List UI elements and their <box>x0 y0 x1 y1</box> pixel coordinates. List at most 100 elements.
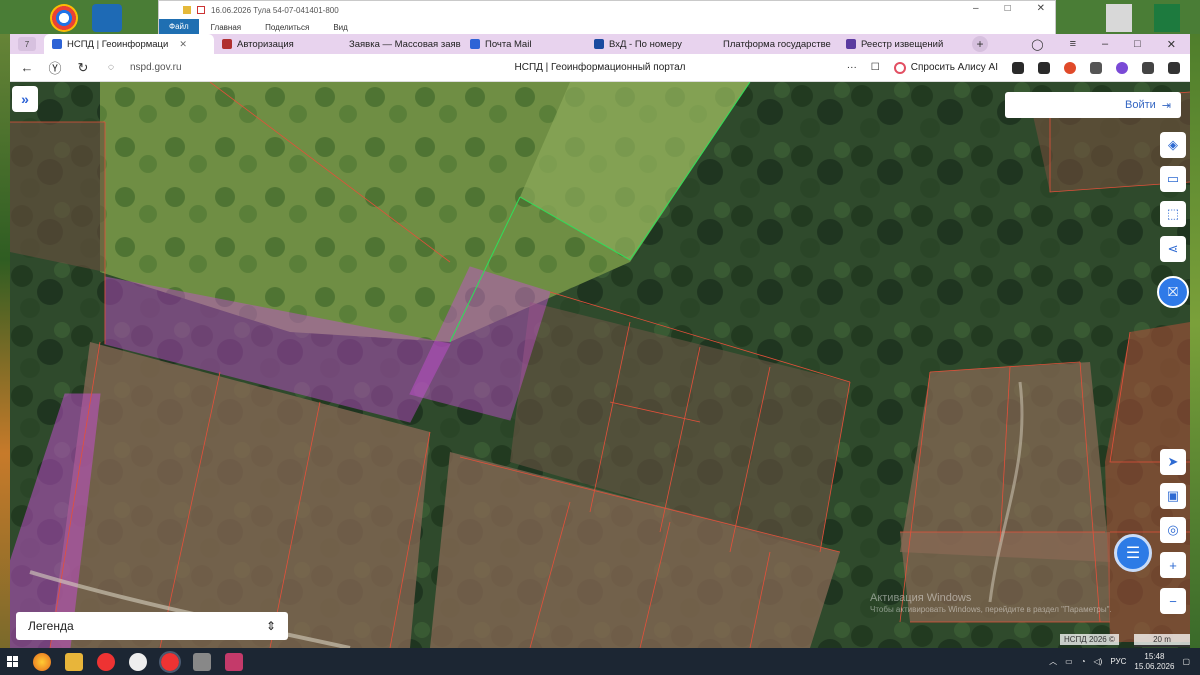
excel-desktop-icon[interactable] <box>1154 4 1180 32</box>
file-explorer-icon[interactable] <box>65 652 83 671</box>
downloads-icon[interactable] <box>1168 61 1180 74</box>
minimize-icon[interactable]: – <box>973 3 979 14</box>
maximize-icon[interactable]: □ <box>1134 38 1141 50</box>
windows-icon <box>7 655 18 667</box>
tab-registry[interactable]: Реестр извещений <box>838 34 960 54</box>
menu-icon[interactable]: ≡ <box>1070 38 1076 50</box>
url-field[interactable]: nspd.gov.ru <box>130 62 182 73</box>
ribbon-tab-file[interactable]: Файл <box>159 19 199 35</box>
close-icon[interactable]: ✕ <box>1167 38 1176 51</box>
extension-puzzle-icon[interactable] <box>1142 61 1154 74</box>
emblem-favicon-icon <box>846 39 856 49</box>
new-tab-button[interactable]: + <box>972 36 988 52</box>
back-icon[interactable]: ← <box>16 60 38 75</box>
maximize-icon[interactable]: □ <box>1005 3 1011 14</box>
map-canvas[interactable]: » Войти ⇥ ◈ ▭ ⬚ ⋖ ⛝ ➤ ▣ ◎ + − ☰ Активаци… <box>10 82 1190 648</box>
legend-label: Легенда <box>28 619 74 633</box>
close-icon[interactable]: ✕ <box>1037 3 1045 14</box>
address-bar: ← Ⓨ ↻ ◌ nspd.gov.ru НСПД | Геоинформацио… <box>10 54 1190 82</box>
mail-favicon-icon <box>470 39 480 49</box>
layers-button[interactable]: ◈ <box>1160 132 1186 158</box>
select-area-button[interactable]: ⬚ <box>1160 201 1186 227</box>
ask-alisa-button[interactable]: Спросить Алису AI <box>893 61 998 74</box>
mail-desktop-icon[interactable] <box>92 4 122 32</box>
yandex-icon[interactable]: Ⓨ <box>44 58 66 77</box>
tab-label: Платформа государстве <box>723 38 831 50</box>
tab-label: Реестр извещений <box>861 38 944 50</box>
bookmark-icon[interactable]: ☐ <box>871 62 880 73</box>
site-security-icon[interactable]: ◌ <box>100 62 122 73</box>
excel-title: 16.06.2026 Тула 54-07-041401-800 <box>211 5 339 15</box>
cadastre-button[interactable]: ⛝ <box>1157 276 1189 308</box>
desktop-top-strip: 16.06.2026 Тула 54-07-041401-800 – □ ✕ Ф… <box>0 0 1200 35</box>
login-label: Войти <box>1124 99 1156 111</box>
ruler-icon: ▭ <box>1166 171 1180 186</box>
tab-vhd[interactable]: ВхД - По номеру <box>586 34 710 54</box>
extension-purple-icon[interactable] <box>1116 61 1128 74</box>
clock[interactable]: 15:48 15.06.2026 <box>1134 652 1174 672</box>
tab-count-badge[interactable]: 7 <box>18 37 36 51</box>
network-icon[interactable]: ▭ <box>1065 657 1073 666</box>
chevron-up-icon[interactable]: ︿ <box>1049 656 1057 667</box>
close-icon[interactable]: ✕ <box>179 39 187 50</box>
tab-label: НСПД | Геоинформаци <box>67 38 169 50</box>
tab-platform[interactable]: Платформа государстве <box>710 34 838 54</box>
locate-button[interactable]: ➤ <box>1160 449 1186 475</box>
zoom-in-button[interactable]: + <box>1160 552 1186 578</box>
start-button[interactable] <box>0 648 26 675</box>
expand-collapse-icon: ⇕ <box>265 619 276 633</box>
ruler-button[interactable]: ▭ <box>1160 166 1186 192</box>
tab-label: Почта Mail <box>485 38 532 50</box>
desktop-background-left <box>0 0 10 648</box>
file-desktop-icon[interactable] <box>1106 4 1132 32</box>
clock-time: 15:48 <box>1144 651 1165 661</box>
auth-favicon-icon <box>222 39 232 49</box>
wifi-icon[interactable]: ◔ <box>1081 657 1086 666</box>
satellite-map[interactable] <box>10 82 1190 648</box>
browser-tab-bar: 7 НСПД | Геоинформаци ✕ Авторизация Заяв… <box>10 34 1190 54</box>
expand-panel-button[interactable]: » <box>12 86 38 112</box>
print-button[interactable]: ▣ <box>1160 483 1186 509</box>
ribbon-tab-share[interactable]: Поделиться <box>253 23 321 32</box>
extension-k-icon[interactable] <box>1012 61 1024 74</box>
extension-k2-icon[interactable] <box>1038 61 1050 74</box>
chrome-desktop-icon[interactable] <box>50 4 78 32</box>
volume-icon[interactable]: ◁) <box>1094 657 1103 666</box>
chat-button[interactable]: ☰ <box>1114 534 1152 572</box>
firefox-icon[interactable] <box>33 652 51 671</box>
ribbon-tab-view[interactable]: Вид <box>321 23 359 32</box>
minimize-icon[interactable]: – <box>1102 38 1108 50</box>
yandex-browser-icon[interactable] <box>97 652 115 671</box>
zoom-out-icon: − <box>1169 593 1177 609</box>
ribbon-tab-home[interactable]: Главная <box>199 23 253 32</box>
select-area-icon: ⬚ <box>1166 206 1180 221</box>
login-button[interactable]: Войти ⇥ <box>1005 92 1181 118</box>
calendar-app-icon[interactable] <box>225 652 243 671</box>
tab-authorization[interactable]: Авторизация <box>214 34 336 54</box>
tab-request[interactable]: Заявка — Массовая заяв <box>336 34 462 54</box>
extension-red-icon[interactable] <box>1064 61 1076 74</box>
yandex-active-icon[interactable] <box>159 650 181 673</box>
reload-icon[interactable]: ↻ <box>72 60 94 76</box>
zoom-out-button[interactable]: − <box>1160 588 1186 614</box>
tab-mail[interactable]: Почта Mail <box>462 34 586 54</box>
tab-nspd[interactable]: НСПД | Геоинформаци ✕ <box>44 34 214 54</box>
share-button[interactable]: ⋖ <box>1160 236 1186 262</box>
copyright-label: НСПД 2026 © <box>1060 634 1119 645</box>
language-indicator[interactable]: РУС <box>1110 657 1126 666</box>
chromium-icon[interactable] <box>129 652 147 671</box>
locate-icon: ➤ <box>1167 454 1179 469</box>
zoom-in-icon: + <box>1169 557 1177 573</box>
system-tray: ︿ ▭ ◔ ◁) РУС 15:48 15.06.2026 ▢ <box>1049 652 1200 672</box>
tab-label: Авторизация <box>237 38 294 50</box>
legend-dropdown[interactable]: Легенда ⇕ <box>16 612 288 640</box>
profile-icon[interactable]: ◯ <box>1031 38 1043 51</box>
app-icon[interactable] <box>193 652 211 671</box>
notification-icon[interactable]: ▢ <box>1182 657 1190 666</box>
excel-window[interactable]: 16.06.2026 Тула 54-07-041401-800 – □ ✕ Ф… <box>158 0 1056 35</box>
windows-activation-watermark: Активация Windows Чтобы активировать Win… <box>870 592 1112 616</box>
search-location-button[interactable]: ◎ <box>1160 517 1186 543</box>
extension-dark-icon[interactable] <box>1090 61 1102 74</box>
layers-icon: ◈ <box>1168 137 1178 152</box>
more-icon[interactable]: ··· <box>847 62 857 73</box>
